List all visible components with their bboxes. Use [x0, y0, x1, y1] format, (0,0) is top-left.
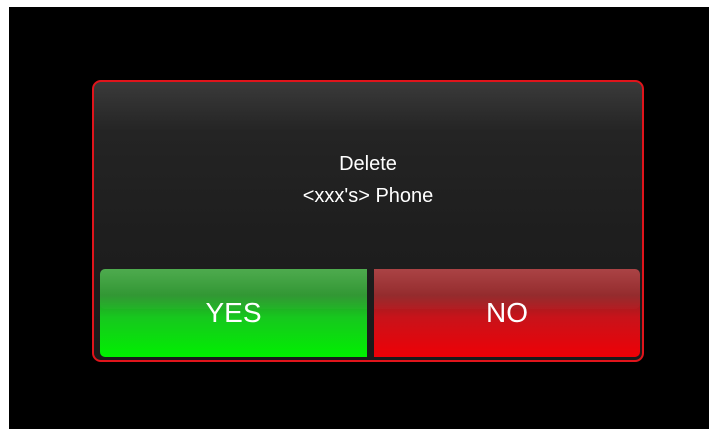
dialog-message-title: Delete	[339, 153, 397, 175]
dialog-message-device-name: <xxx's> Phone	[302, 185, 434, 207]
yes-button[interactable]: YES	[100, 269, 367, 357]
delete-confirmation-dialog: Delete <xxx's> Phone YES NO	[92, 80, 644, 362]
dialog-message: Delete <xxx's> Phone	[94, 148, 642, 212]
screen-background: Delete <xxx's> Phone YES NO	[9, 7, 709, 429]
yes-button-label: YES	[205, 297, 262, 328]
no-button[interactable]: NO	[374, 269, 640, 357]
no-button-label: NO	[486, 297, 528, 328]
